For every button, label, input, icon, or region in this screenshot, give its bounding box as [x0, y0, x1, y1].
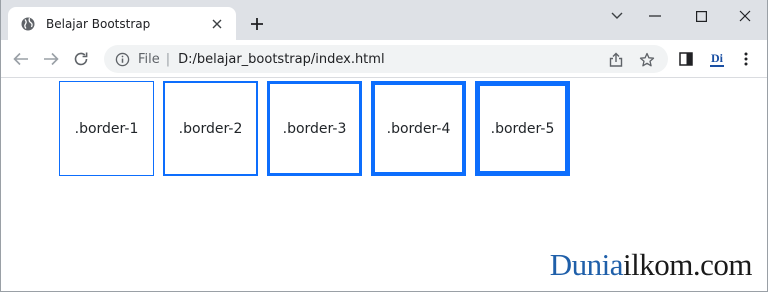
- forward-button[interactable]: [38, 46, 64, 72]
- extension-underline: [710, 64, 724, 67]
- side-panel-icon[interactable]: [675, 49, 697, 69]
- border-5-box: .border-5: [475, 81, 570, 176]
- browser-tab[interactable]: Belajar Bootstrap: [8, 7, 236, 40]
- tab-strip: Belajar Bootstrap: [0, 0, 768, 40]
- watermark-part2: ilkom.com: [623, 247, 752, 282]
- kebab-menu-icon[interactable]: [735, 49, 757, 69]
- border-4-label: .border-4: [386, 120, 451, 137]
- back-arrow-icon: [13, 52, 28, 66]
- extension-di-label: Di: [711, 50, 723, 65]
- url-separator: |: [165, 51, 171, 67]
- globe-icon: [20, 16, 36, 32]
- watermark-part1: Dunia: [549, 247, 624, 282]
- share-icon[interactable]: [607, 51, 625, 69]
- minimize-button[interactable]: [632, 0, 678, 32]
- border-1-label: .border-1: [74, 120, 139, 137]
- close-icon[interactable]: [208, 15, 226, 33]
- reload-button[interactable]: [68, 46, 94, 72]
- chevron-down-icon: [611, 12, 623, 19]
- forward-arrow-icon: [44, 52, 59, 66]
- border-3-box: .border-3: [267, 81, 362, 176]
- border-1-box: .border-1: [59, 81, 154, 176]
- window-close-button[interactable]: [722, 0, 768, 32]
- border-3-label: .border-3: [282, 120, 347, 137]
- border-2-label: .border-2: [178, 120, 243, 137]
- minimize-icon: [649, 15, 661, 17]
- back-button[interactable]: [8, 46, 34, 72]
- watermark-logo: Duniailkom.com: [549, 247, 753, 283]
- url-scheme: File: [138, 51, 160, 67]
- browser-toolbar: File | D:/belajar_bootstrap/index.html D…: [0, 40, 768, 78]
- extension-di-icon[interactable]: Di: [706, 49, 728, 69]
- plus-icon: [251, 18, 263, 30]
- tab-title: Belajar Bootstrap: [46, 16, 151, 31]
- border-2-box: .border-2: [163, 81, 258, 176]
- address-bar[interactable]: File | D:/belajar_bootstrap/index.html: [104, 45, 668, 73]
- url-text[interactable]: D:/belajar_bootstrap/index.html: [178, 52, 384, 67]
- new-tab-button[interactable]: [246, 13, 268, 35]
- maximize-button[interactable]: [678, 0, 724, 32]
- border-5-label: .border-5: [490, 120, 555, 137]
- info-icon[interactable]: [114, 51, 130, 67]
- reload-icon: [74, 52, 88, 66]
- close-icon: [739, 10, 751, 22]
- border-4-box: .border-4: [371, 81, 466, 176]
- maximize-icon: [695, 10, 707, 22]
- star-icon[interactable]: [638, 51, 656, 69]
